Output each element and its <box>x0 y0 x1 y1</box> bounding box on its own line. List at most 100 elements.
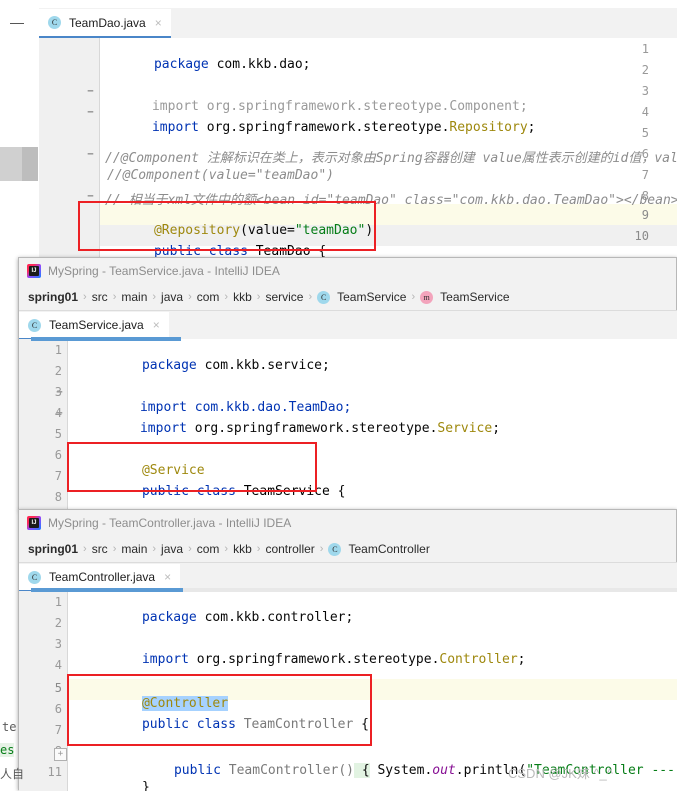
window-teamservice[interactable]: MySpring - TeamService.java - IntelliJ I… <box>18 257 677 511</box>
keyword-class: class <box>200 244 248 258</box>
package-path: com.kkb.service; <box>196 358 330 373</box>
class-icon: C <box>28 318 41 332</box>
chevron-right-icon: › <box>152 543 157 555</box>
import-class: Controller <box>439 652 518 667</box>
class-name-teamservice: TeamService <box>235 484 330 499</box>
brace-open: { <box>310 244 327 258</box>
code-line-1: package com.kkb.controller; <box>95 595 353 640</box>
fold-marker-icon[interactable]: ━ <box>85 192 96 203</box>
breadcrumb-item-kkb[interactable]: kkb <box>233 290 252 304</box>
code-line-7-comment: //@Component(value="teamDao") <box>107 168 334 183</box>
keyword-import: import <box>139 421 187 436</box>
chevron-right-icon: › <box>224 543 229 555</box>
chevron-right-icon: › <box>224 291 229 303</box>
fold-marker-icon[interactable]: ━ <box>85 87 96 98</box>
line-number: 7 <box>54 469 62 483</box>
breadcrumb-item-spring01[interactable]: spring01 <box>28 542 78 556</box>
breadcrumb-item-service[interactable]: service <box>265 290 303 304</box>
line-number: 1 <box>54 343 62 357</box>
line-number: 7 <box>54 723 62 737</box>
class-name-teamcontroller: TeamController <box>235 717 354 732</box>
class-icon: C <box>28 570 41 584</box>
breadcrumb-item-java[interactable]: java <box>161 290 183 304</box>
package-path: com.kkb.dao; <box>208 57 311 72</box>
code-line-6-comment: //@Component 注解标识在类上，表示对象由Spring容器创建 val… <box>105 151 677 166</box>
import-path: org.springframework.stereotype. <box>186 421 438 436</box>
semicolon: ; <box>517 652 526 667</box>
intellij-idea-icon <box>27 264 41 278</box>
horizontal-scrollbar[interactable] <box>31 337 181 341</box>
code-line-6-classdecl: public class TeamController { <box>95 702 369 747</box>
window-teamcontroller[interactable]: MySpring - TeamController.java - Intelli… <box>18 509 677 791</box>
package-path: com.kkb.controller; <box>196 610 354 625</box>
editor-teamservice[interactable]: 1 2 3 4 5 6 7 8 ━ ━ package com.kkb.serv… <box>19 339 677 511</box>
breadcrumb-item-controller[interactable]: controller <box>265 542 314 556</box>
fold-marker-icon[interactable]: ━ <box>85 150 96 161</box>
editor-teamdao[interactable]: 1 2 3 4 5 6 7 8 9 10 ━ ━ ━ ━ package com… <box>39 38 677 258</box>
window-title: MySpring - TeamService.java - IntelliJ I… <box>48 264 280 278</box>
line-number: 3 <box>641 84 649 98</box>
breadcrumb-item-spring01[interactable]: spring01 <box>28 290 78 304</box>
editor-teamcontroller[interactable]: 1 2 3 4 5 6 7 8 11 + package com.kkb.con… <box>19 591 677 791</box>
breadcrumb-item-main[interactable]: main <box>121 542 147 556</box>
fold-marker-icon[interactable]: ━ <box>54 409 65 420</box>
line-number: 4 <box>641 105 649 119</box>
folded-brace: { <box>354 763 370 778</box>
line-number: 2 <box>54 616 62 630</box>
semicolon: ; <box>492 421 501 436</box>
close-icon[interactable]: × <box>153 318 160 332</box>
line-number: 5 <box>54 681 62 695</box>
class-name-teamdao: TeamDao <box>247 244 311 258</box>
fold-marker-icon[interactable]: ━ <box>85 108 96 119</box>
keyword-import: import <box>151 120 199 135</box>
system-out-field: out <box>432 763 456 778</box>
tab-teamservice-java[interactable]: C TeamService.java × <box>19 312 169 340</box>
horizontal-scrollbar[interactable] <box>31 588 183 592</box>
line-number: 11 <box>47 765 62 779</box>
chevron-right-icon: › <box>256 291 261 303</box>
line-number: 10 <box>634 229 649 243</box>
window-teamdao[interactable]: — C TeamDao.java × 1 2 3 4 5 6 7 8 9 10 … <box>0 0 677 258</box>
chevron-right-icon: › <box>83 291 87 303</box>
background-text-stub-3: 人自 <box>0 767 25 781</box>
breadcrumb-item-class-teamcontroller[interactable]: TeamController <box>348 542 429 556</box>
breadcrumb-item-java[interactable]: java <box>161 542 183 556</box>
breadcrumb-item-com[interactable]: com <box>197 290 220 304</box>
scrollbar-thumb[interactable] <box>0 147 22 181</box>
chevron-right-icon: › <box>319 543 324 555</box>
fold-marker-icon[interactable]: ━ <box>54 388 65 399</box>
tab-teamdao-java[interactable]: C TeamDao.java × <box>39 9 171 38</box>
window-title: MySpring - TeamController.java - Intelli… <box>48 516 292 530</box>
tabstrip-teamdao: C TeamDao.java × <box>39 8 677 38</box>
breadcrumb-teamservice: spring01 › src › main › java › com › kkb… <box>19 284 676 310</box>
line-number: 3 <box>54 637 62 651</box>
breadcrumb-item-method-teamservice[interactable]: TeamService <box>440 290 509 304</box>
class-icon: C <box>328 542 342 556</box>
scrollbar-thumb-inner[interactable] <box>22 147 38 181</box>
breadcrumb-item-kkb[interactable]: kkb <box>233 542 252 556</box>
code-line-4: import org.springframework.stereotype.Re… <box>105 105 536 150</box>
line-number: 1 <box>54 595 62 609</box>
brace-open: { <box>353 717 369 732</box>
breadcrumb-item-src[interactable]: src <box>92 290 108 304</box>
keyword-import: import <box>141 652 189 667</box>
keyword-class: class <box>188 484 236 499</box>
fold-expand-icon[interactable]: + <box>54 748 67 761</box>
brace-close: } <box>141 780 150 791</box>
breadcrumb-item-src[interactable]: src <box>92 542 108 556</box>
close-icon[interactable]: × <box>164 570 171 584</box>
import-class: Service <box>437 421 493 436</box>
close-icon[interactable]: × <box>155 16 162 30</box>
breadcrumb-item-class-teamservice[interactable]: TeamService <box>337 290 406 304</box>
tabstrip-teamservice: C TeamService.java × <box>19 310 677 340</box>
keyword-class: class <box>188 717 236 732</box>
minimize-button[interactable]: — <box>10 14 24 30</box>
keyword-public: public <box>141 717 189 732</box>
line-number: 1 <box>641 42 649 56</box>
system-ref: System. <box>369 763 433 778</box>
breadcrumb-item-main[interactable]: main <box>121 290 147 304</box>
code-line-3: import org.springframework.stereotype.Co… <box>95 637 526 682</box>
class-icon: C <box>317 290 331 304</box>
intellij-idea-icon <box>27 516 41 530</box>
breadcrumb-item-com[interactable]: com <box>197 542 220 556</box>
